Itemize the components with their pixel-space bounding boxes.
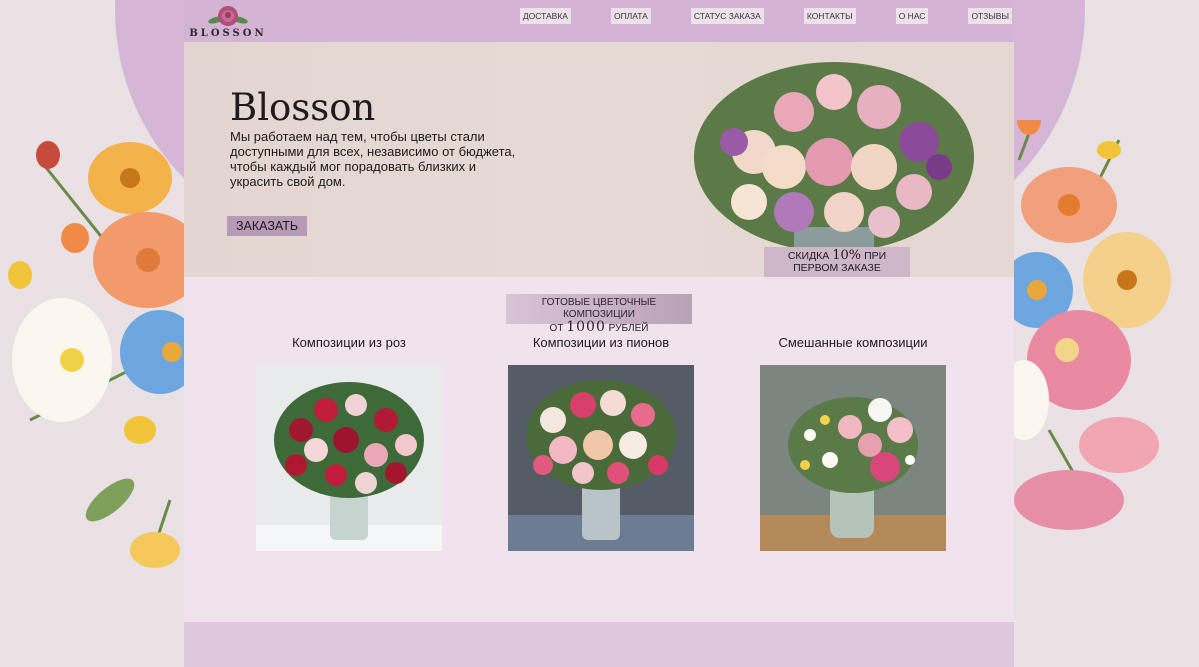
nav-order-status[interactable]: СТАТУС ЗАКАЗА xyxy=(690,8,764,24)
logo-rose-icon xyxy=(208,6,248,26)
nav-contacts[interactable]: КОНТАКТЫ xyxy=(803,8,856,24)
category-title[interactable]: Смешанные композиции xyxy=(758,335,948,365)
promo-currency: РУБЛЕЙ xyxy=(608,323,649,334)
category-peonies[interactable]: Композиции из пионов xyxy=(506,335,696,551)
nav-payment[interactable]: ОПЛАТА xyxy=(610,8,651,24)
nav-reviews[interactable]: ОТЗЫВЫ xyxy=(968,8,1012,24)
category-mixed[interactable]: Смешанные композиции xyxy=(758,335,948,551)
discount-label: СКИДКА xyxy=(787,250,830,262)
promo-text: ГОТОВЫЕ ЦВЕТОЧНЫЕ КОМПОЗИЦИИ xyxy=(541,297,657,320)
logo-text: BLOSSON xyxy=(189,28,267,39)
hero-description: Мы работаем над тем, чтобы цветы стали д… xyxy=(230,129,516,189)
order-button[interactable]: ЗАКАЗАТЬ xyxy=(227,216,308,236)
promo-price: 1000 xyxy=(566,319,606,335)
logo[interactable]: BLOSSON xyxy=(188,2,268,42)
nav-delivery[interactable]: ДОСТАВКА xyxy=(519,8,571,24)
header: BLOSSON ДОСТАВКА ОПЛАТА СТАТУС ЗАКАЗА КО… xyxy=(184,0,1014,42)
nav-about[interactable]: О НАС xyxy=(895,8,929,24)
discount-condition: ПЕРВОМ ЗАКАЗЕ xyxy=(793,262,881,274)
promo-badge: ГОТОВЫЕ ЦВЕТОЧНЫЕ КОМПОЗИЦИИ ОТ 1000 РУБ… xyxy=(506,294,692,334)
discount-label-post: ПРИ xyxy=(864,250,887,262)
discount-value: 10% xyxy=(832,248,862,263)
mixed-bouquet-image[interactable] xyxy=(760,365,946,551)
category-roses[interactable]: Композиции из роз xyxy=(254,335,444,551)
roses-bouquet-image[interactable] xyxy=(256,365,442,551)
decorative-flowers-left xyxy=(8,141,200,568)
footer-band xyxy=(184,622,1014,667)
hero-title: Blosson xyxy=(230,86,376,129)
site-container: BLOSSON ДОСТАВКА ОПЛАТА СТАТУС ЗАКАЗА КО… xyxy=(184,0,1014,667)
discount-badge: СКИДКА 10% ПРИ ПЕРВОМ ЗАКАЗЕ xyxy=(764,247,910,277)
main-nav: ДОСТАВКА ОПЛАТА СТАТУС ЗАКАЗА КОНТАКТЫ О… xyxy=(519,8,1012,24)
peonies-bouquet-image[interactable] xyxy=(508,365,694,551)
hero-bouquet-image xyxy=(694,62,974,267)
promo-pre: ОТ xyxy=(549,323,564,334)
products-section: ГОТОВЫЕ ЦВЕТОЧНЫЕ КОМПОЗИЦИИ ОТ 1000 РУБ… xyxy=(184,277,1014,622)
category-title[interactable]: Композиции из пионов xyxy=(506,335,696,365)
hero-banner: Blosson Мы работаем над тем, чтобы цветы… xyxy=(184,42,1014,277)
decorative-flowers-right xyxy=(1009,120,1171,530)
category-title[interactable]: Композиции из роз xyxy=(254,335,444,365)
